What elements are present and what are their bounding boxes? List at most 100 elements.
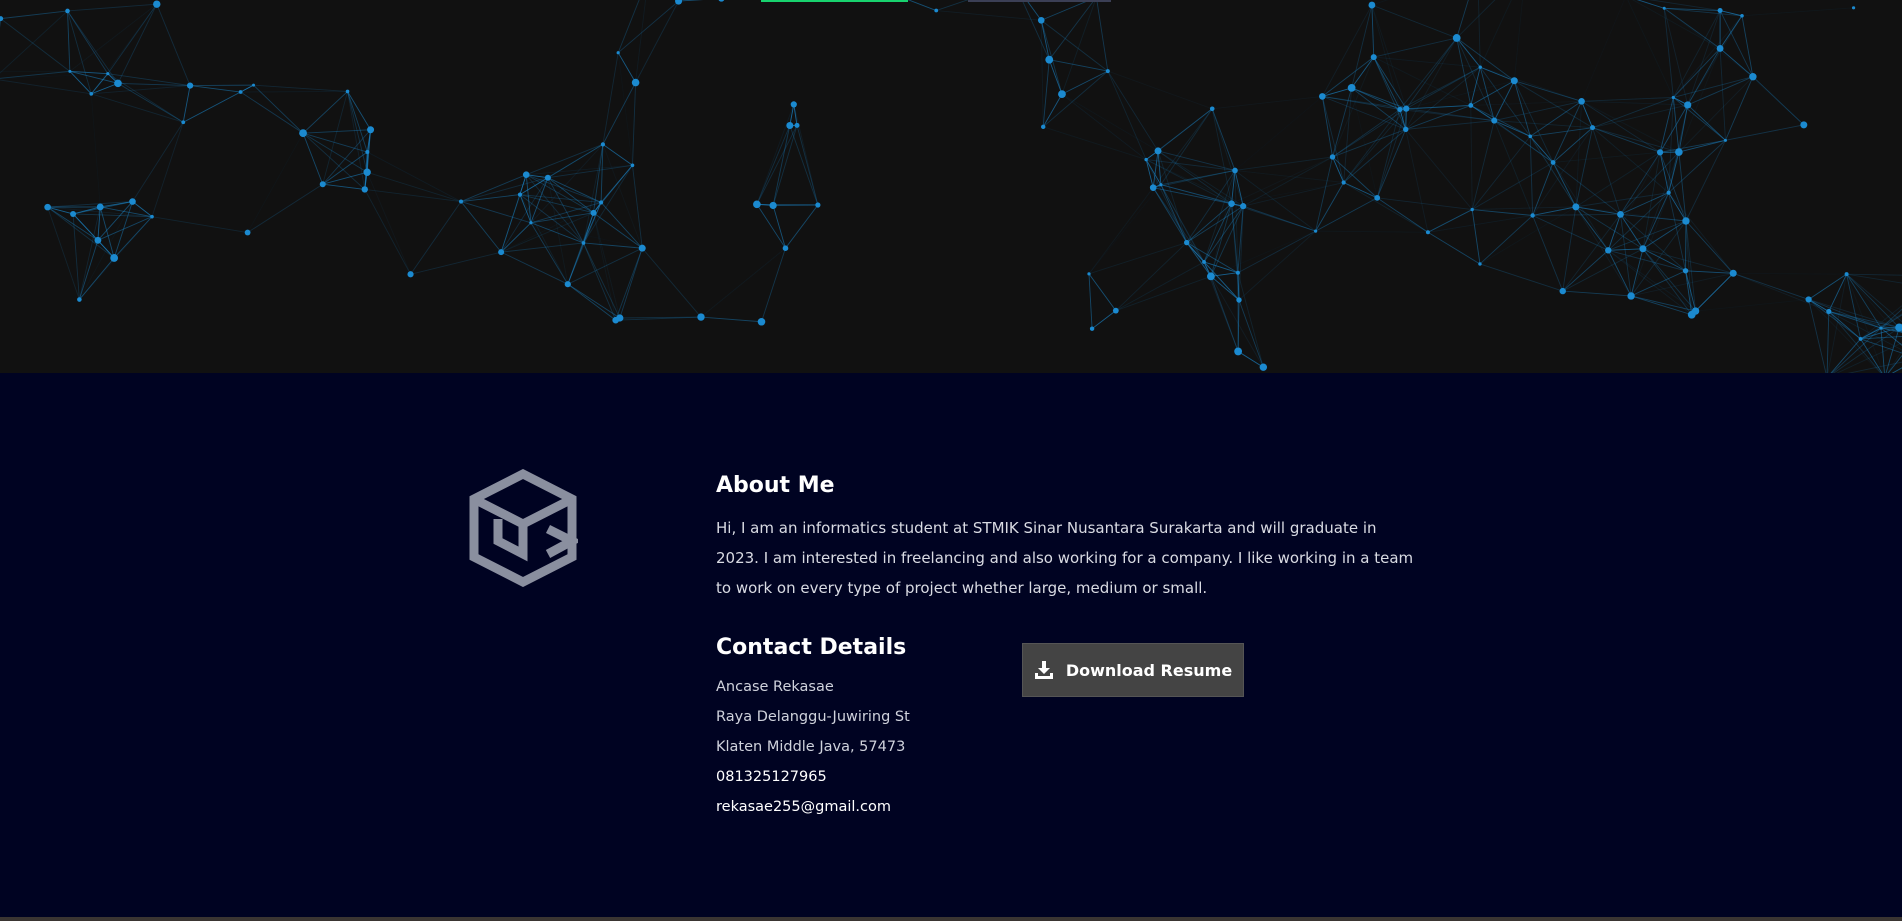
particle-link — [1678, 48, 1721, 153]
particle-link — [366, 172, 411, 275]
particle-link — [0, 10, 68, 74]
particle-link — [247, 183, 323, 233]
particle-dot — [70, 210, 77, 217]
particle-dot — [1510, 77, 1518, 85]
particle-link — [364, 129, 372, 190]
particle-link — [1830, 338, 1861, 373]
particle-dot — [1666, 190, 1671, 195]
particle-dot — [1675, 148, 1683, 156]
particle-dot — [1209, 106, 1215, 112]
particle-link — [364, 189, 411, 275]
particle-dot — [1045, 55, 1054, 64]
particle-dot — [44, 203, 51, 211]
particle-link — [1630, 295, 1692, 316]
particle-link — [79, 257, 115, 300]
hero-primary-button[interactable] — [761, 0, 908, 2]
particle-link — [1042, 59, 1050, 127]
particle-dot — [1259, 363, 1268, 371]
particle-link — [1153, 170, 1236, 189]
particle-link — [0, 18, 71, 72]
hero-secondary-button[interactable] — [968, 0, 1111, 2]
particle-link — [1371, 0, 1389, 6]
particle-link — [1592, 127, 1621, 215]
particle-dot — [1627, 292, 1635, 300]
particle-link — [1061, 93, 1147, 160]
particle-link — [1530, 127, 1593, 137]
particle-link — [1695, 299, 1809, 312]
particle-link — [1091, 310, 1117, 330]
particle-link — [1472, 209, 1533, 216]
particle-link — [1048, 0, 1095, 60]
particle-dot — [363, 168, 371, 176]
particle-dot — [1826, 308, 1832, 315]
particle-link — [1041, 0, 1091, 21]
particle-dot — [150, 214, 154, 219]
particle-link — [1321, 96, 1333, 158]
download-resume-button[interactable]: Download Resume — [1022, 643, 1244, 697]
particle-dot — [68, 69, 72, 73]
particle-link — [501, 242, 584, 253]
particle-link — [1672, 10, 1721, 98]
particle-link — [1678, 76, 1754, 153]
contact-email-link[interactable]: rekasae255@gmail.com — [716, 799, 891, 815]
particle-dot — [782, 245, 789, 251]
particle-link — [619, 248, 643, 319]
particle-link — [1575, 151, 1661, 208]
particle-link — [1725, 76, 1754, 141]
particle-link — [1186, 242, 1205, 263]
particle-link — [1719, 48, 1726, 141]
particle-link — [460, 201, 502, 253]
particle-link — [1552, 162, 1621, 215]
particle-dot — [1368, 1, 1376, 9]
particle-link — [1315, 230, 1428, 233]
particle-link — [1231, 182, 1344, 205]
particle-link — [1552, 101, 1582, 163]
particle-link — [1343, 182, 1378, 199]
particle-link — [1115, 242, 1188, 311]
particle-link — [1480, 66, 1582, 102]
particle-dot — [1149, 184, 1157, 191]
particle-link — [1371, 4, 1457, 39]
particle-dot — [1403, 126, 1409, 133]
particle-link — [1581, 96, 1674, 102]
particle-link — [113, 216, 153, 259]
particle-link — [1471, 209, 1481, 265]
particle-dot — [815, 202, 821, 208]
contact-phone-link[interactable]: 081325127965 — [716, 769, 827, 785]
particle-link — [1472, 206, 1576, 210]
particle-link — [700, 247, 786, 318]
particle-link — [1040, 20, 1050, 60]
particle-dot — [794, 122, 800, 128]
particle-link — [151, 122, 184, 217]
particle-link — [1479, 263, 1563, 292]
particle-dot — [1682, 268, 1689, 274]
particle-link — [78, 206, 101, 300]
particle-dot — [77, 297, 82, 302]
particle-link — [1115, 275, 1212, 312]
particle-dot — [1572, 203, 1580, 211]
particle-link — [500, 194, 521, 253]
particle-dot — [529, 221, 533, 225]
particle-link — [67, 10, 71, 72]
particle-link — [1575, 206, 1609, 251]
particle-link — [1115, 261, 1205, 312]
particle-link — [1405, 129, 1429, 233]
particle-link — [1592, 104, 1688, 129]
particle-link — [1685, 140, 1726, 222]
particle-link — [1719, 48, 1805, 126]
particle-dot — [1452, 34, 1461, 42]
particle-link — [600, 202, 643, 249]
particle-link — [0, 79, 92, 95]
particle-dot — [1159, 183, 1163, 187]
particle-link — [1238, 299, 1264, 368]
particle-link — [617, 0, 679, 54]
particle-dot — [1717, 8, 1723, 14]
particle-link — [91, 85, 191, 95]
particle-dot — [1329, 154, 1336, 160]
particle-link — [1808, 299, 1882, 373]
particle-link — [789, 125, 819, 206]
particle-dot — [600, 142, 606, 147]
particle-link — [1025, 0, 1042, 21]
particle-link — [519, 143, 604, 195]
particle-dot — [1590, 125, 1596, 131]
